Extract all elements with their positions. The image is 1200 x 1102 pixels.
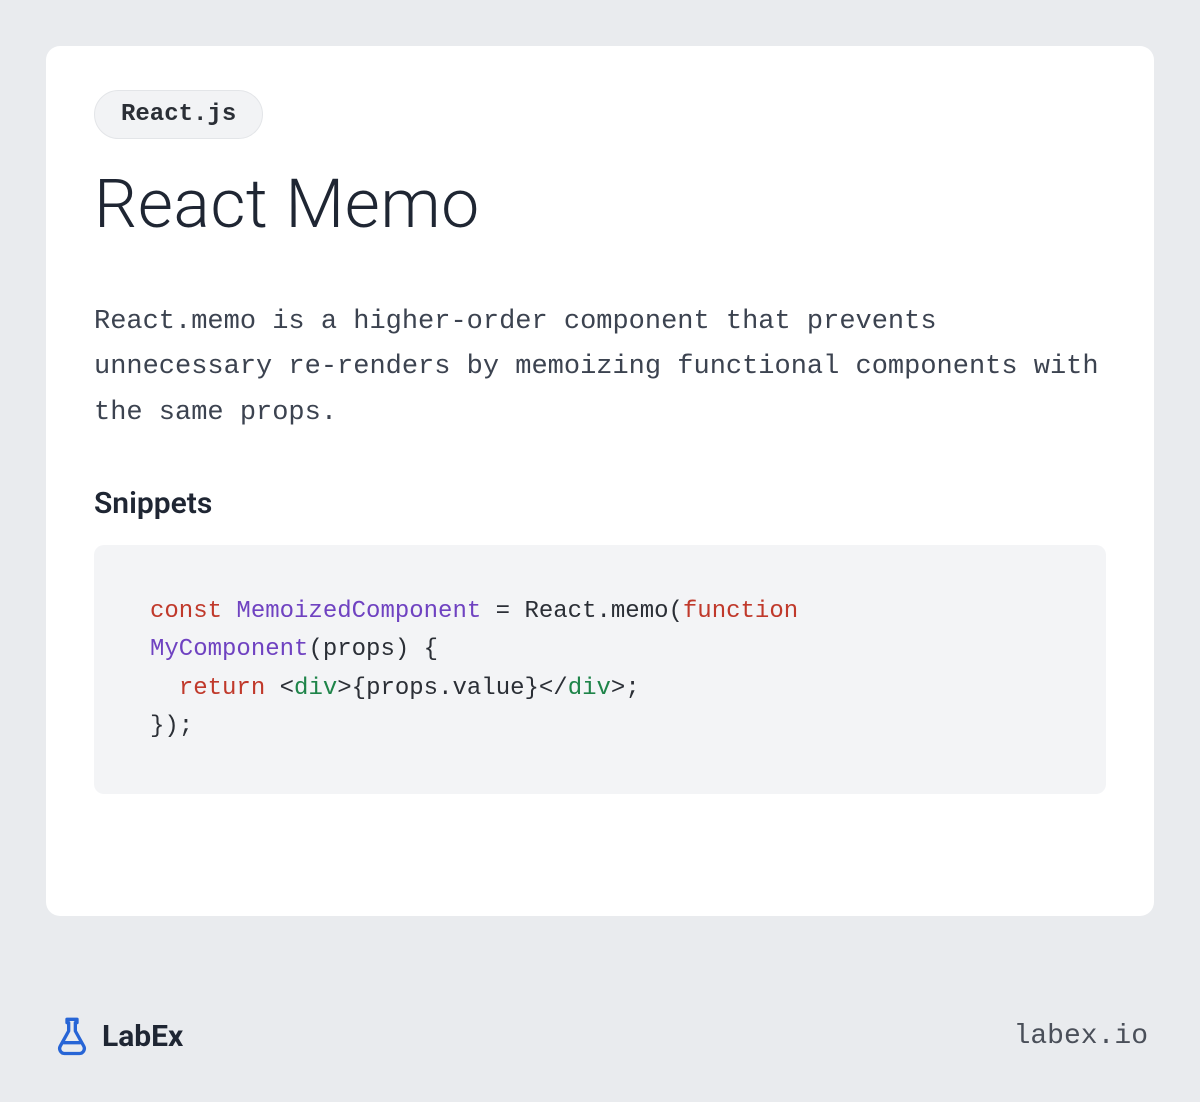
brand: LabEx — [52, 1016, 183, 1056]
page-title: React Memo — [94, 167, 1106, 242]
content-card: React.js React Memo React.memo is a high… — [46, 46, 1154, 916]
description-text: React.memo is a higher-order component t… — [94, 300, 1106, 436]
flask-icon — [52, 1016, 92, 1056]
snippets-heading: Snippets — [94, 486, 1106, 521]
brand-name: LabEx — [102, 1019, 183, 1054]
footer: LabEx labex.io — [46, 1016, 1154, 1056]
site-url: labex.io — [1014, 1021, 1148, 1052]
topic-tag: React.js — [94, 90, 263, 139]
code-snippet: const MemoizedComponent = React.memo(fun… — [94, 545, 1106, 795]
